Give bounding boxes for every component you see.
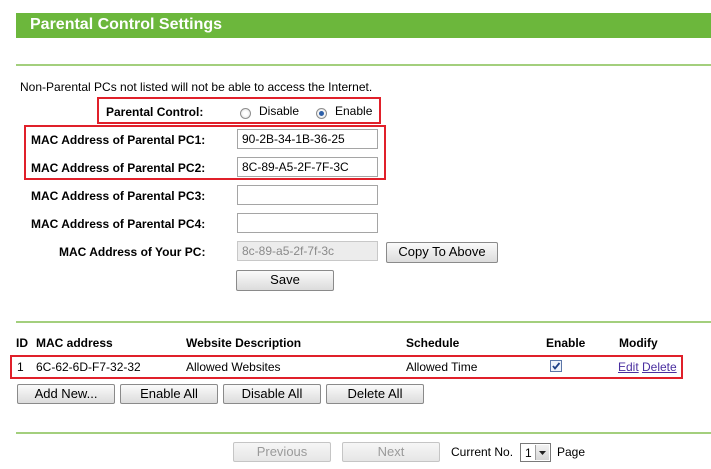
page-label: Page <box>557 445 586 459</box>
col-header-description: Website Description <box>186 336 302 350</box>
pc4-mac-input[interactable] <box>237 213 378 233</box>
page-select-value: 1 <box>525 446 532 460</box>
col-header-modify: Modify <box>619 336 658 350</box>
row-schedule: Allowed Time <box>406 360 478 374</box>
page-select[interactable]: 1 <box>520 443 551 462</box>
disable-radio-label: Disable <box>259 104 300 118</box>
your-pc-label: MAC Address of Your PC: <box>59 245 206 259</box>
your-pc-mac-input <box>237 241 378 261</box>
divider-bottom <box>16 432 711 434</box>
row-delete-link[interactable]: Delete <box>642 360 677 374</box>
add-new-button[interactable]: Add New... <box>17 384 115 404</box>
notice-text: Non-Parental PCs not listed will not be … <box>20 80 373 94</box>
divider-top <box>16 64 711 66</box>
pc3-label: MAC Address of Parental PC3: <box>31 189 206 203</box>
row-edit-link[interactable]: Edit <box>618 360 639 374</box>
col-header-mac: MAC address <box>36 336 113 350</box>
pc2-mac-input[interactable] <box>237 157 378 177</box>
row-mac: 6C-62-6D-F7-32-32 <box>36 360 141 374</box>
col-header-enable: Enable <box>546 336 586 350</box>
row-description: Allowed Websites <box>186 360 281 374</box>
save-button[interactable]: Save <box>236 270 334 291</box>
next-button[interactable]: Next <box>342 442 440 462</box>
disable-all-button[interactable]: Disable All <box>223 384 321 404</box>
current-no-label: Current No. <box>451 445 514 459</box>
chevron-down-icon <box>535 445 549 460</box>
enable-radio[interactable] <box>316 108 327 119</box>
disable-radio[interactable] <box>240 108 251 119</box>
pc3-mac-input[interactable] <box>237 185 378 205</box>
page-header: Parental Control Settings <box>16 13 711 38</box>
row-enable-checkbox[interactable] <box>550 360 562 372</box>
pc1-label: MAC Address of Parental PC1: <box>31 133 206 147</box>
parental-control-label: Parental Control: <box>106 105 204 119</box>
col-header-id: ID <box>16 336 28 350</box>
previous-button[interactable]: Previous <box>233 442 331 462</box>
delete-all-button[interactable]: Delete All <box>326 384 424 404</box>
copy-to-above-button[interactable]: Copy To Above <box>386 242 498 263</box>
col-header-schedule: Schedule <box>406 336 460 350</box>
pc4-label: MAC Address of Parental PC4: <box>31 217 206 231</box>
divider-middle <box>16 321 711 323</box>
enable-radio-label: Enable <box>335 104 373 118</box>
row-id: 1 <box>17 360 24 374</box>
check-icon <box>552 362 561 370</box>
pc2-label: MAC Address of Parental PC2: <box>31 161 206 175</box>
page-title: Parental Control Settings <box>30 16 223 33</box>
enable-all-button[interactable]: Enable All <box>120 384 218 404</box>
pc1-mac-input[interactable] <box>237 129 378 149</box>
